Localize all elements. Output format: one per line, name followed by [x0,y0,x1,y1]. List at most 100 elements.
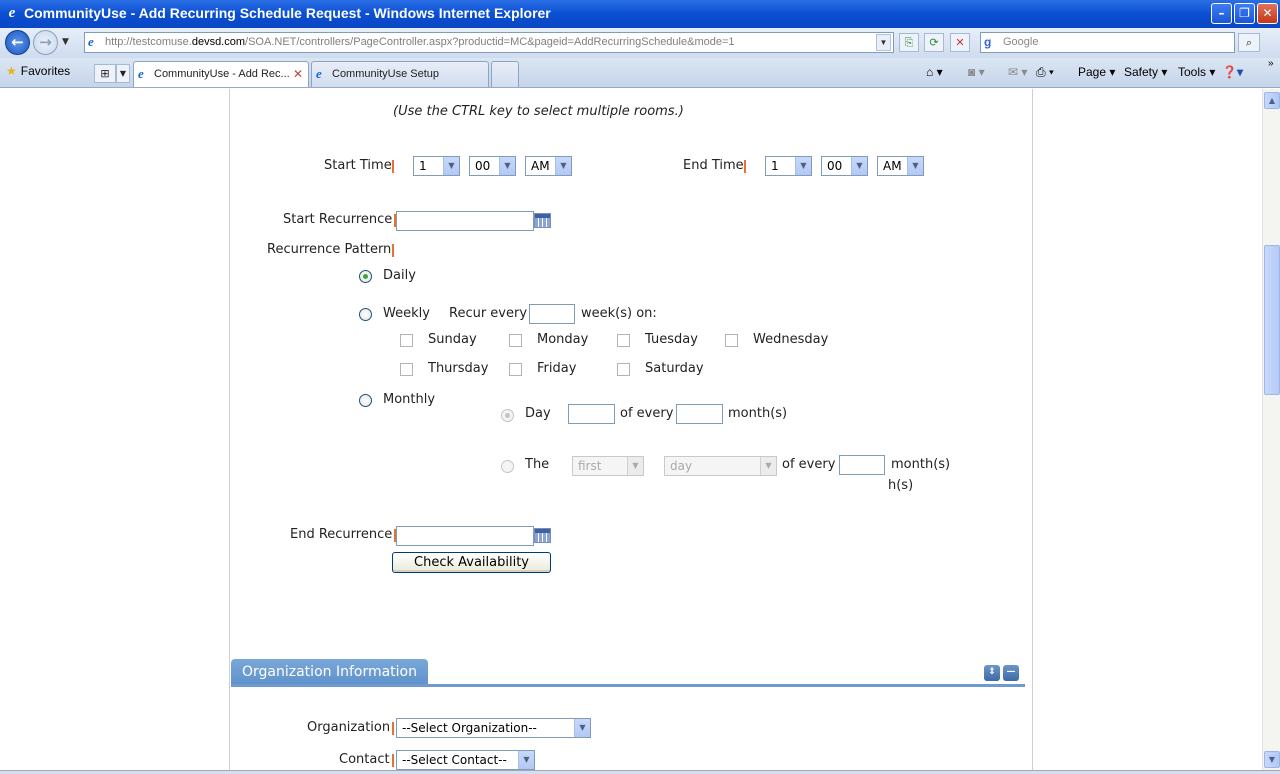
monday-checkbox[interactable] [509,334,522,347]
address-dropdown-icon[interactable]: ▼ [876,34,891,51]
search-icon[interactable]: ⌕ [1238,33,1260,52]
start-recurrence-label: Start Recurrence [283,212,393,227]
maximize-button[interactable]: ❐ [1234,3,1255,24]
ie-logo-icon: e [8,5,16,21]
start-ampm-value: AM [531,159,550,173]
contact-label: Contact [339,752,390,767]
google-icon: g [984,35,992,49]
daily-radio[interactable] [359,270,372,283]
favorites-button[interactable]: ★ Favorites [6,64,70,78]
end-hour-value: 1 [771,159,779,173]
favorites-label: Favorites [20,64,71,78]
mail-icon[interactable]: ✉ ▾ [1008,65,1027,79]
minimize-section-icon[interactable]: — [1003,665,1019,681]
required-marker [392,244,394,257]
tools-menu[interactable]: Tools ▾ [1178,65,1215,79]
monthly-day-input[interactable] [568,404,615,424]
feeds-icon[interactable]: ◙ ▾ [968,65,985,79]
start-hour-value: 1 [419,159,427,173]
window-title: CommunityUse - Add Recurring Schedule Re… [24,5,551,21]
forward-button[interactable]: → [33,30,58,55]
weekly-label: Weekly [383,306,430,321]
home-icon[interactable]: ⌂ ▾ [926,65,943,79]
address-toolbar: ← → ▼ e http://testcomuse.devsd.com/SOA.… [0,28,1280,58]
start-minute-select[interactable]: 00 ▼ [469,156,516,176]
tuesday-checkbox[interactable] [617,334,630,347]
chevron-more-icon[interactable]: » [1268,58,1274,69]
sunday-checkbox[interactable] [400,334,413,347]
thursday-label: Thursday [428,361,489,376]
required-marker [744,160,746,173]
refresh-icon[interactable]: ⟳ [924,33,944,52]
vertical-scrollbar[interactable]: ▲ ▼ [1262,89,1280,770]
chevron-down-icon: ▼ [627,457,643,475]
start-recurrence-input[interactable] [396,211,534,231]
chevron-down-icon: ▼ [795,157,811,175]
quick-tabs-icon[interactable]: ⊞ [94,64,116,83]
url-path: /SOA.NET/controllers/PageController.aspx… [245,36,735,48]
end-time-label: End Time [683,158,744,173]
monthly-the-interval-input[interactable] [839,455,885,475]
weeks-count-input[interactable] [529,304,575,324]
monthly-radio[interactable] [359,394,372,407]
wednesday-checkbox[interactable] [725,334,738,347]
expand-collapse-icon[interactable]: ⇕ [984,665,1000,681]
saturday-label: Saturday [645,361,704,376]
organization-select[interactable]: --Select Organization-- ▼ [396,718,591,738]
section-divider [231,684,1025,687]
end-minute-value: 00 [827,159,843,173]
calendar-icon[interactable] [534,528,551,543]
address-input[interactable]: e http://testcomuse.devsd.com/SOA.NET/co… [84,32,894,53]
months-label-2: month(s) [891,457,951,472]
new-tab-button[interactable] [491,61,519,87]
minimize-button[interactable]: – [1211,3,1232,24]
chevron-down-icon: ▼ [574,719,590,737]
chevron-down-icon: ▼ [851,157,867,175]
tab-setup[interactable]: e CommunityUse Setup [311,61,489,87]
content-border-left [229,89,230,770]
help-icon[interactable]: ❓▾ [1222,65,1243,79]
organization-section-title: Organization Information [231,659,428,685]
calendar-icon[interactable] [534,213,551,228]
end-minute-select[interactable]: 00 ▼ [821,156,868,176]
safety-menu[interactable]: Safety ▾ [1124,65,1167,79]
history-dropdown-icon[interactable]: ▼ [62,37,69,47]
tuesday-label: Tuesday [645,332,698,347]
weekly-radio[interactable] [359,308,372,321]
scroll-down-icon[interactable]: ▼ [1264,751,1280,768]
ordinal-value: first [578,459,602,473]
monthly-the-radio[interactable] [501,460,514,473]
page-menu[interactable]: Page ▾ [1078,65,1115,79]
end-hour-select[interactable]: 1 ▼ [765,156,812,176]
stop-icon[interactable]: ✕ [950,33,970,52]
scroll-up-icon[interactable]: ▲ [1264,92,1280,109]
day-type-select[interactable]: day ▼ [664,456,777,476]
check-availability-button[interactable]: Check Availability [392,552,551,573]
scrollbar-thumb[interactable] [1264,245,1280,395]
thursday-checkbox[interactable] [400,363,413,376]
search-input[interactable]: g Google [980,32,1235,53]
monthly-interval-input[interactable] [676,404,723,424]
months-overflow-text: h(s) [888,478,914,493]
tab-close-icon[interactable]: ✕ [293,62,303,86]
ordinal-select[interactable]: first ▼ [572,456,644,476]
tab-add-recurring[interactable]: e CommunityUse - Add Rec... ✕ [133,61,309,87]
saturday-checkbox[interactable] [617,363,630,376]
print-icon[interactable]: ⎙ ▾ [1036,65,1054,80]
weeks-on-label: week(s) on: [581,306,657,321]
contact-select[interactable]: --Select Contact-- ▼ [396,750,535,770]
sunday-label: Sunday [428,332,477,347]
compatibility-icon[interactable]: ⎘ [899,33,919,52]
rooms-hint: (Use the CTRL key to select multiple roo… [393,104,684,119]
tab-list-icon[interactable]: ▼ [116,64,130,83]
close-button[interactable]: ✕ [1257,3,1278,24]
start-hour-select[interactable]: 1 ▼ [413,156,460,176]
back-button[interactable]: ← [5,30,30,55]
end-ampm-select[interactable]: AM ▼ [877,156,924,176]
start-time-label: Start Time [324,158,392,173]
tab-bar: ★ Favorites ⊞ ▼ e CommunityUse - Add Rec.… [0,58,1280,88]
monthly-day-radio[interactable] [501,409,514,422]
end-recurrence-input[interactable] [396,526,534,546]
start-ampm-select[interactable]: AM ▼ [525,156,572,176]
friday-checkbox[interactable] [509,363,522,376]
